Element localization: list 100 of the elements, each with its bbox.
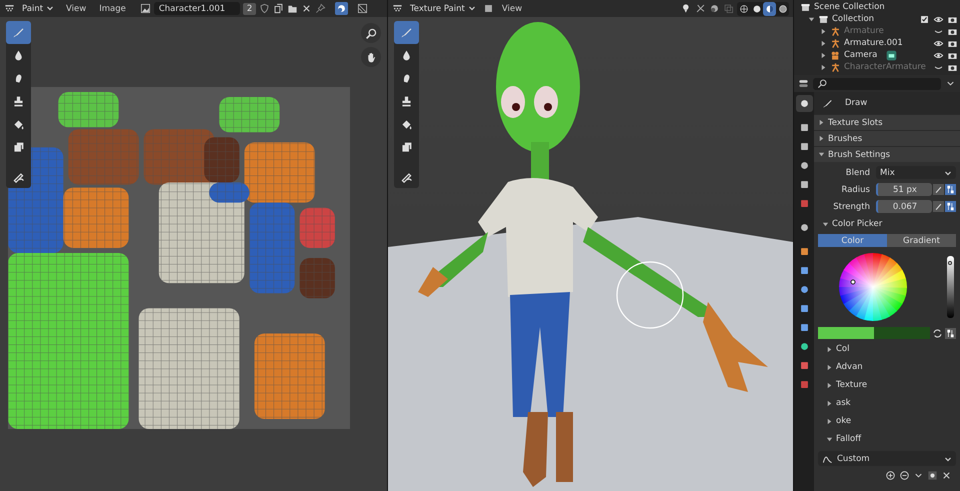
search-icon	[817, 78, 828, 89]
shield-icon[interactable]	[259, 3, 270, 14]
folder-icon[interactable]	[287, 3, 298, 14]
properties-tab-icon	[798, 360, 810, 371]
subpanel-header[interactable]: ask	[818, 395, 956, 411]
chevron-down-icon	[944, 168, 952, 176]
properties-tab-icon	[798, 284, 810, 295]
collapsed-triangle-icon[interactable]	[826, 364, 833, 370]
properties-tab-icon	[798, 341, 810, 352]
color-mode-tab[interactable]: Gradient	[887, 234, 956, 247]
collapsed-triangle-icon[interactable]	[826, 382, 833, 388]
overlay-toggle-icon[interactable]	[335, 2, 348, 15]
gizmo-icon[interactable]	[695, 3, 706, 14]
subpanel-header[interactable]: Color Picker	[818, 216, 956, 232]
expanded-triangle-icon[interactable]	[822, 220, 829, 228]
properties-tab-icon	[798, 246, 810, 257]
collapsed-triangle-icon[interactable]	[818, 135, 825, 142]
dot-icon[interactable]	[927, 470, 938, 481]
blend-dropdown[interactable]: Mix	[876, 166, 956, 179]
duplicate-icon[interactable]	[273, 3, 284, 14]
properties-tab-icon	[798, 198, 810, 209]
user-count: 2	[242, 2, 256, 14]
number-field[interactable]: 51 px	[876, 183, 932, 196]
slider-knob[interactable]	[948, 260, 952, 265]
properties-tab-icon	[798, 98, 810, 109]
pressure-toggle-icon[interactable]	[945, 328, 956, 338]
subpanel-header[interactable]: oke	[818, 413, 956, 429]
editor-type-icon[interactable]	[798, 78, 809, 89]
pressure-toggle-icon[interactable]	[945, 184, 956, 195]
expanded-triangle-icon[interactable]	[826, 436, 833, 442]
panel-header[interactable]: Brushes	[814, 130, 960, 146]
color-wheel[interactable]	[838, 252, 908, 322]
swap-icon[interactable]	[932, 328, 943, 338]
pan-button[interactable]	[361, 47, 381, 67]
properties-tab-icon	[798, 179, 810, 190]
outliner-item-label[interactable]: Collection	[832, 14, 874, 24]
shaded-sphere-icon	[764, 4, 774, 14]
outliner-item-label[interactable]: Camera	[844, 50, 878, 60]
mask-tool-icon	[12, 141, 25, 154]
subpanel-header[interactable]: Advan	[818, 359, 956, 375]
active-tool-name: Draw	[845, 98, 868, 108]
color-swatch[interactable]	[818, 327, 930, 339]
zoom-icon	[364, 26, 378, 40]
checkbox-icon[interactable]	[919, 14, 930, 24]
properties-tab-icon	[798, 160, 810, 171]
wireframe-sphere-icon	[738, 4, 748, 14]
properties-tab[interactable]	[796, 95, 812, 112]
chevron-down-icon	[46, 4, 54, 12]
falloff-preset-dropdown[interactable]: Custom	[818, 451, 956, 466]
collapsed-triangle-icon[interactable]	[818, 119, 825, 126]
outliner-root-label[interactable]: Scene Collection	[814, 2, 885, 12]
panel-header[interactable]: Texture Slots	[814, 114, 960, 130]
close-icon[interactable]	[301, 3, 312, 14]
properties-tab-icon	[798, 379, 810, 390]
menu-item[interactable]: View	[496, 2, 528, 14]
close-icon[interactable]	[941, 470, 952, 481]
value-slider[interactable]	[947, 256, 954, 318]
subpanel-header[interactable]: Falloff	[818, 431, 956, 447]
figure-icon	[830, 62, 841, 72]
field-label: Strength	[832, 202, 871, 212]
number-field[interactable]: 0.067	[876, 200, 932, 213]
collapsed-triangle-icon[interactable]	[826, 418, 833, 424]
subpanel-header[interactable]: Col	[818, 341, 956, 357]
expanded-triangle-icon[interactable]	[808, 16, 815, 22]
collapsed-triangle-icon[interactable]	[826, 346, 833, 352]
menu-item[interactable]: Image	[94, 2, 131, 14]
expanded-triangle-icon[interactable]	[818, 151, 825, 158]
overlay-icon[interactable]	[709, 3, 720, 14]
camera-data-icon	[886, 50, 898, 60]
stamp-tool-icon	[12, 95, 25, 108]
image-name-field[interactable]: Character1.001	[154, 2, 240, 15]
properties-tab-icon	[798, 122, 810, 133]
brush-tool-icon	[400, 26, 413, 39]
zoom-in-icon[interactable]	[885, 470, 896, 481]
field-label: Blend	[844, 168, 871, 178]
search-field[interactable]	[813, 78, 941, 90]
fill-tool-icon	[12, 118, 25, 131]
fill-tool-icon	[400, 118, 413, 131]
pen-pressure-icon[interactable]	[933, 201, 944, 212]
image-browse-icon[interactable]	[140, 3, 151, 14]
brush-tool-icon	[12, 26, 25, 39]
pen-pressure-icon[interactable]	[933, 184, 944, 195]
outliner-item-label[interactable]: Armature.001	[844, 38, 903, 48]
menu-item[interactable]: View	[61, 2, 92, 14]
zoom-out-icon[interactable]	[899, 470, 910, 481]
collection-box-icon	[818, 14, 829, 24]
pin-icon[interactable]	[315, 3, 326, 14]
chevron-down-icon	[468, 4, 476, 12]
panel-header[interactable]: Brush Settings	[814, 146, 960, 162]
pressure-toggle-icon[interactable]	[945, 201, 956, 212]
zoom-button[interactable]	[361, 23, 381, 43]
editor-type-icon[interactable]	[4, 3, 15, 14]
square-icon[interactable]	[482, 3, 494, 14]
editor-type-icon[interactable]	[392, 3, 403, 14]
view-mode-icon[interactable]	[357, 3, 368, 14]
color-mode-tab[interactable]: Color	[818, 234, 887, 247]
collapsed-triangle-icon[interactable]	[826, 400, 833, 406]
mask-tool-icon	[400, 141, 413, 154]
subpanel-header[interactable]: Texture	[818, 377, 956, 393]
shading-mode-button[interactable]	[763, 2, 776, 16]
